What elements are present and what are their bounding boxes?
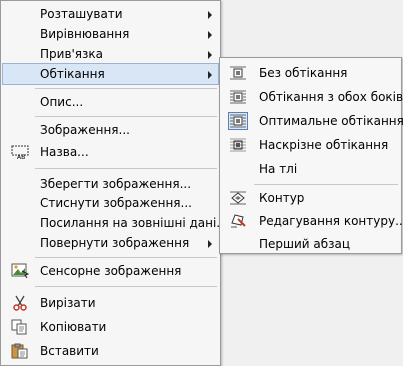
- clipboard-paste-icon: [11, 343, 29, 359]
- wrap-through-icon: [229, 137, 247, 153]
- wrap-submenu: Без обтікання Обтікання з обох боків Опт…: [219, 57, 403, 255]
- menu-item-image-map[interactable]: Сенсорне зображення: [2, 260, 219, 282]
- menu-item-label: Стиснути зображення...: [40, 196, 192, 210]
- menu-item-label: Зберегти зображення...: [40, 177, 192, 191]
- menu-item-label: Вирізати: [40, 296, 96, 310]
- submenu-item-through[interactable]: Наскрізне обтікання: [221, 134, 400, 156]
- submenu-item-parallel[interactable]: Обтікання з обох боків: [221, 86, 403, 108]
- submenu-arrow-icon: [208, 240, 212, 248]
- menu-separator: [35, 88, 217, 89]
- menu-separator: [35, 257, 217, 258]
- submenu-item-label: На тлі: [259, 162, 298, 176]
- submenu-item-first-paragraph[interactable]: Перший абзац: [221, 233, 400, 255]
- menu-item-label: Обтікання: [40, 67, 105, 81]
- menu-item-rotate-image[interactable]: Повернути зображення: [2, 232, 219, 254]
- copy-icon: [11, 319, 29, 335]
- menu-item-external-links[interactable]: Посилання на зовнішні дані...: [2, 212, 228, 234]
- caption-icon: AB: [11, 144, 29, 161]
- menu-item-cut[interactable]: Вирізати: [2, 292, 219, 314]
- submenu-item-label: Наскрізне обтікання: [259, 138, 389, 152]
- menu-item-label: Сенсорне зображення: [40, 264, 182, 278]
- submenu-arrow-icon: [208, 11, 212, 19]
- wrap-parallel-icon: [229, 89, 247, 105]
- submenu-item-optimal[interactable]: Оптимальне обтікання: [221, 110, 403, 132]
- submenu-item-label: Без обтікання: [259, 66, 348, 80]
- menu-item-compress-image[interactable]: Стиснути зображення...: [2, 192, 219, 214]
- submenu-arrow-icon: [208, 51, 212, 59]
- submenu-item-label: Обтікання з обох боків: [259, 90, 403, 104]
- wrap-off-icon: [229, 65, 247, 81]
- submenu-item-label: Оптимальне обтікання: [259, 114, 403, 128]
- menu-separator: [35, 168, 217, 169]
- menu-item-align[interactable]: Вирівнювання: [2, 23, 219, 45]
- menu-item-label: Назва...: [40, 145, 89, 159]
- menu-item-paste[interactable]: Вставити: [2, 340, 219, 362]
- contour-icon: [229, 190, 247, 206]
- submenu-item-label: Перший абзац: [259, 237, 351, 251]
- menu-item-label: Вирівнювання: [40, 27, 130, 41]
- menu-item-arrange[interactable]: Розташувати: [2, 3, 219, 25]
- menu-item-label: Вставити: [40, 344, 99, 358]
- menu-item-caption[interactable]: AB Назва...: [2, 141, 219, 163]
- menu-item-label: Повернути зображення: [40, 236, 190, 250]
- submenu-item-no-wrap[interactable]: Без обтікання: [221, 62, 400, 84]
- menu-item-description[interactable]: Опис...: [2, 91, 219, 113]
- context-menu: Розташувати Вирівнювання Прив'язка Обтік…: [0, 0, 228, 366]
- submenu-item-label: Редагування контуру...: [259, 214, 403, 228]
- menu-item-image-properties[interactable]: Зображення...: [2, 119, 219, 141]
- menu-item-label: Зображення...: [40, 123, 130, 137]
- submenu-item-label: Контур: [259, 191, 305, 205]
- menu-item-anchor[interactable]: Прив'язка: [2, 43, 219, 65]
- svg-text:AB: AB: [17, 154, 25, 160]
- image-map-icon: [11, 263, 30, 279]
- submenu-item-contour[interactable]: Контур: [221, 187, 400, 209]
- submenu-arrow-icon: [208, 71, 212, 79]
- menu-item-label: Копіювати: [40, 320, 107, 334]
- menu-item-label: Прив'язка: [40, 47, 104, 61]
- menu-item-copy[interactable]: Копіювати: [2, 316, 219, 338]
- submenu-separator: [254, 184, 398, 185]
- menu-item-wrap[interactable]: Обтікання: [2, 63, 219, 85]
- menu-separator: [35, 116, 217, 117]
- menu-separator: [35, 286, 217, 287]
- wrap-optimal-icon: [228, 112, 248, 130]
- submenu-arrow-icon: [208, 31, 212, 39]
- menu-item-label: Розташувати: [40, 7, 123, 21]
- scissors-icon: [11, 295, 29, 311]
- menu-item-label: Посилання на зовнішні дані...: [40, 216, 228, 230]
- menu-item-label: Опис...: [40, 95, 84, 109]
- submenu-item-background[interactable]: На тлі: [221, 158, 400, 180]
- edit-contour-icon: [229, 213, 247, 229]
- submenu-item-edit-contour[interactable]: Редагування контуру...: [221, 210, 403, 232]
